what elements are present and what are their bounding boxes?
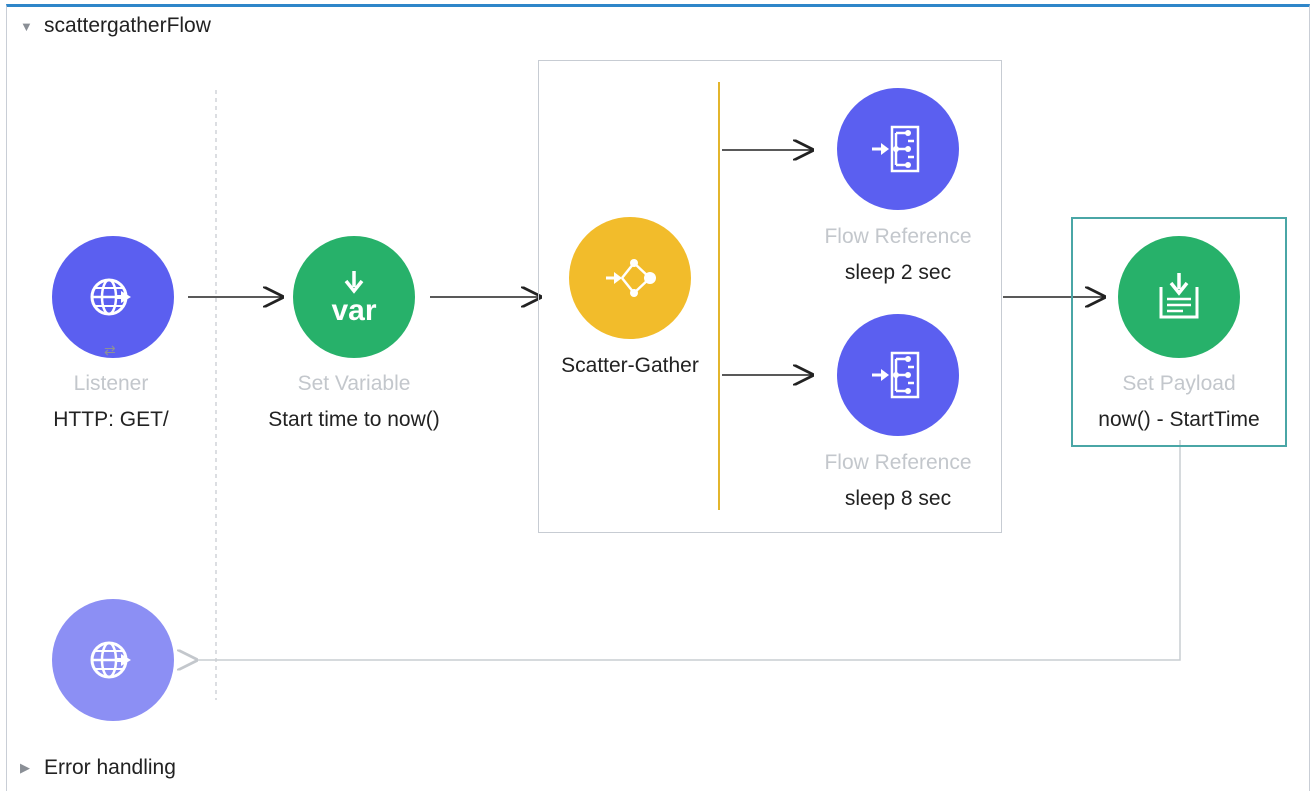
set-payload-type-label: Set Payload — [1122, 372, 1236, 395]
flow-reference-2-name-label: sleep 8 sec — [844, 487, 952, 510]
set-variable-name-label: Start time to now() — [268, 408, 440, 431]
flow-reference-icon — [868, 351, 928, 399]
listener-name-label: HTTP: GET/ — [53, 408, 169, 431]
listener-node[interactable] — [52, 236, 174, 358]
set-variable-type-label: Set Variable — [297, 372, 411, 395]
expand-triangle-icon[interactable]: ▶ — [20, 760, 34, 776]
flow-reference-node-1[interactable] — [837, 88, 959, 210]
scatter-gather-icon — [600, 253, 660, 303]
flow-reference-icon — [868, 125, 928, 173]
error-handling-header[interactable]: ▶ Error handling — [20, 756, 176, 780]
set-payload-icon — [1153, 271, 1205, 323]
flow-reference-node-2[interactable] — [837, 314, 959, 436]
flow-reference-1-name-label: sleep 2 sec — [844, 261, 952, 284]
flow-reference-2-type-label: Flow Reference — [824, 451, 972, 474]
scatter-gather-name-label: Scatter-Gather — [561, 354, 699, 377]
var-icon: var — [331, 269, 377, 327]
source-toggle-icon[interactable]: ⇄ — [104, 342, 116, 359]
set-payload-node[interactable] — [1118, 236, 1240, 358]
listener-type-label: Listener — [73, 372, 149, 395]
set-payload-name-label: now() - StartTime — [1098, 408, 1260, 431]
set-variable-node[interactable]: var — [293, 236, 415, 358]
globe-arrow-icon — [85, 269, 141, 325]
var-icon-text: var — [331, 294, 377, 327]
scatter-gather-node[interactable] — [569, 217, 691, 339]
flow-reference-1-type-label: Flow Reference — [824, 225, 972, 248]
globe-arrow-icon — [85, 632, 141, 688]
error-handling-label: Error handling — [44, 756, 176, 779]
response-node[interactable] — [52, 599, 174, 721]
